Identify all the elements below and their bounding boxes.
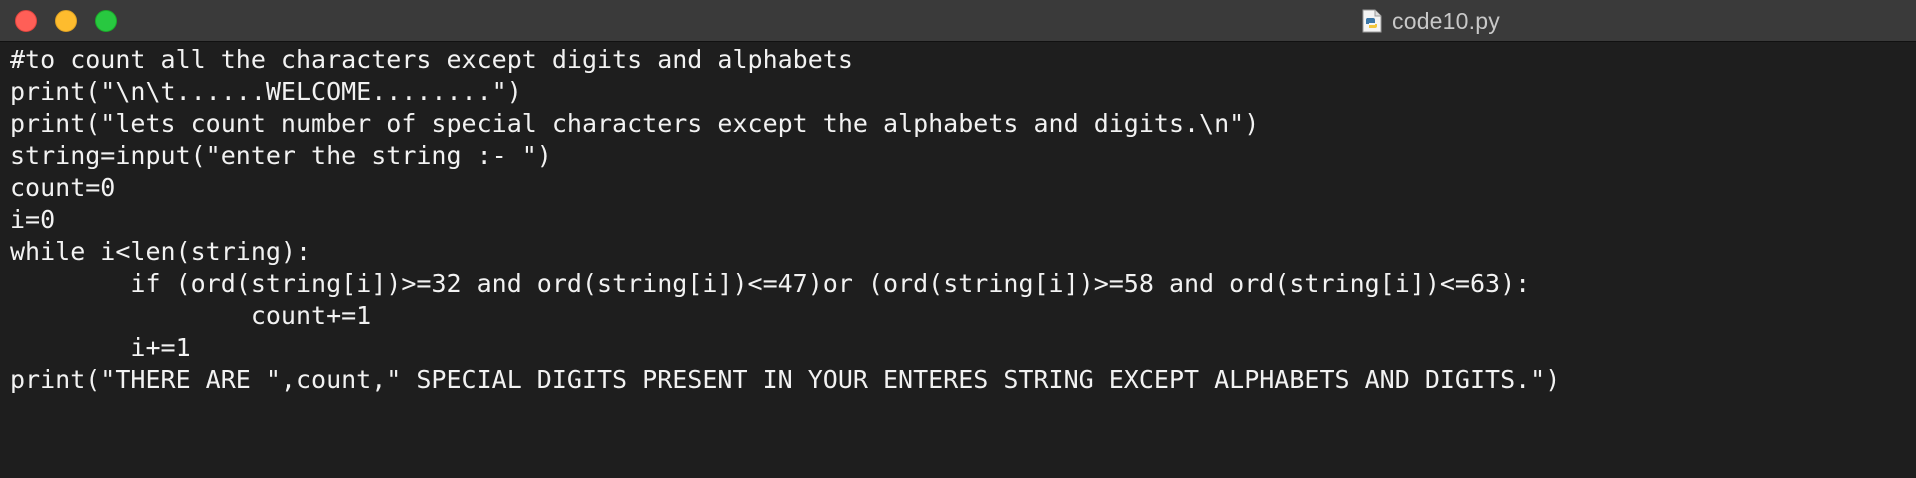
code-line: count+=1 [10,301,372,330]
code-line: string=input("enter the string :- ") [10,141,552,170]
code-line: i+=1 [10,333,191,362]
title-bar[interactable]: code10.py [0,0,1916,42]
window-title-area: code10.py [1362,7,1500,35]
code-line: if (ord(string[i])>=32 and ord(string[i]… [10,269,1531,298]
close-window-button[interactable] [15,10,37,32]
code-line: #to count all the characters except digi… [10,45,853,74]
code-line: count=0 [10,173,116,202]
code-line: i=0 [10,205,56,234]
code-editor[interactable]: #to count all the characters except digi… [10,44,1906,464]
code-line: print("THERE ARE ",count," SPECIAL DIGIT… [10,365,1561,394]
zoom-window-button[interactable] [95,10,117,32]
python-file-icon [1362,9,1382,33]
code-line: while i<len(string): [10,237,312,266]
code-line: print("lets count number of special char… [10,109,1260,138]
minimize-window-button[interactable] [55,10,77,32]
code-line: print("\n\t......WELCOME........") [10,77,522,106]
window-title: code10.py [1392,7,1500,34]
editor-window: code10.py #to count all the characters e… [0,0,1916,478]
